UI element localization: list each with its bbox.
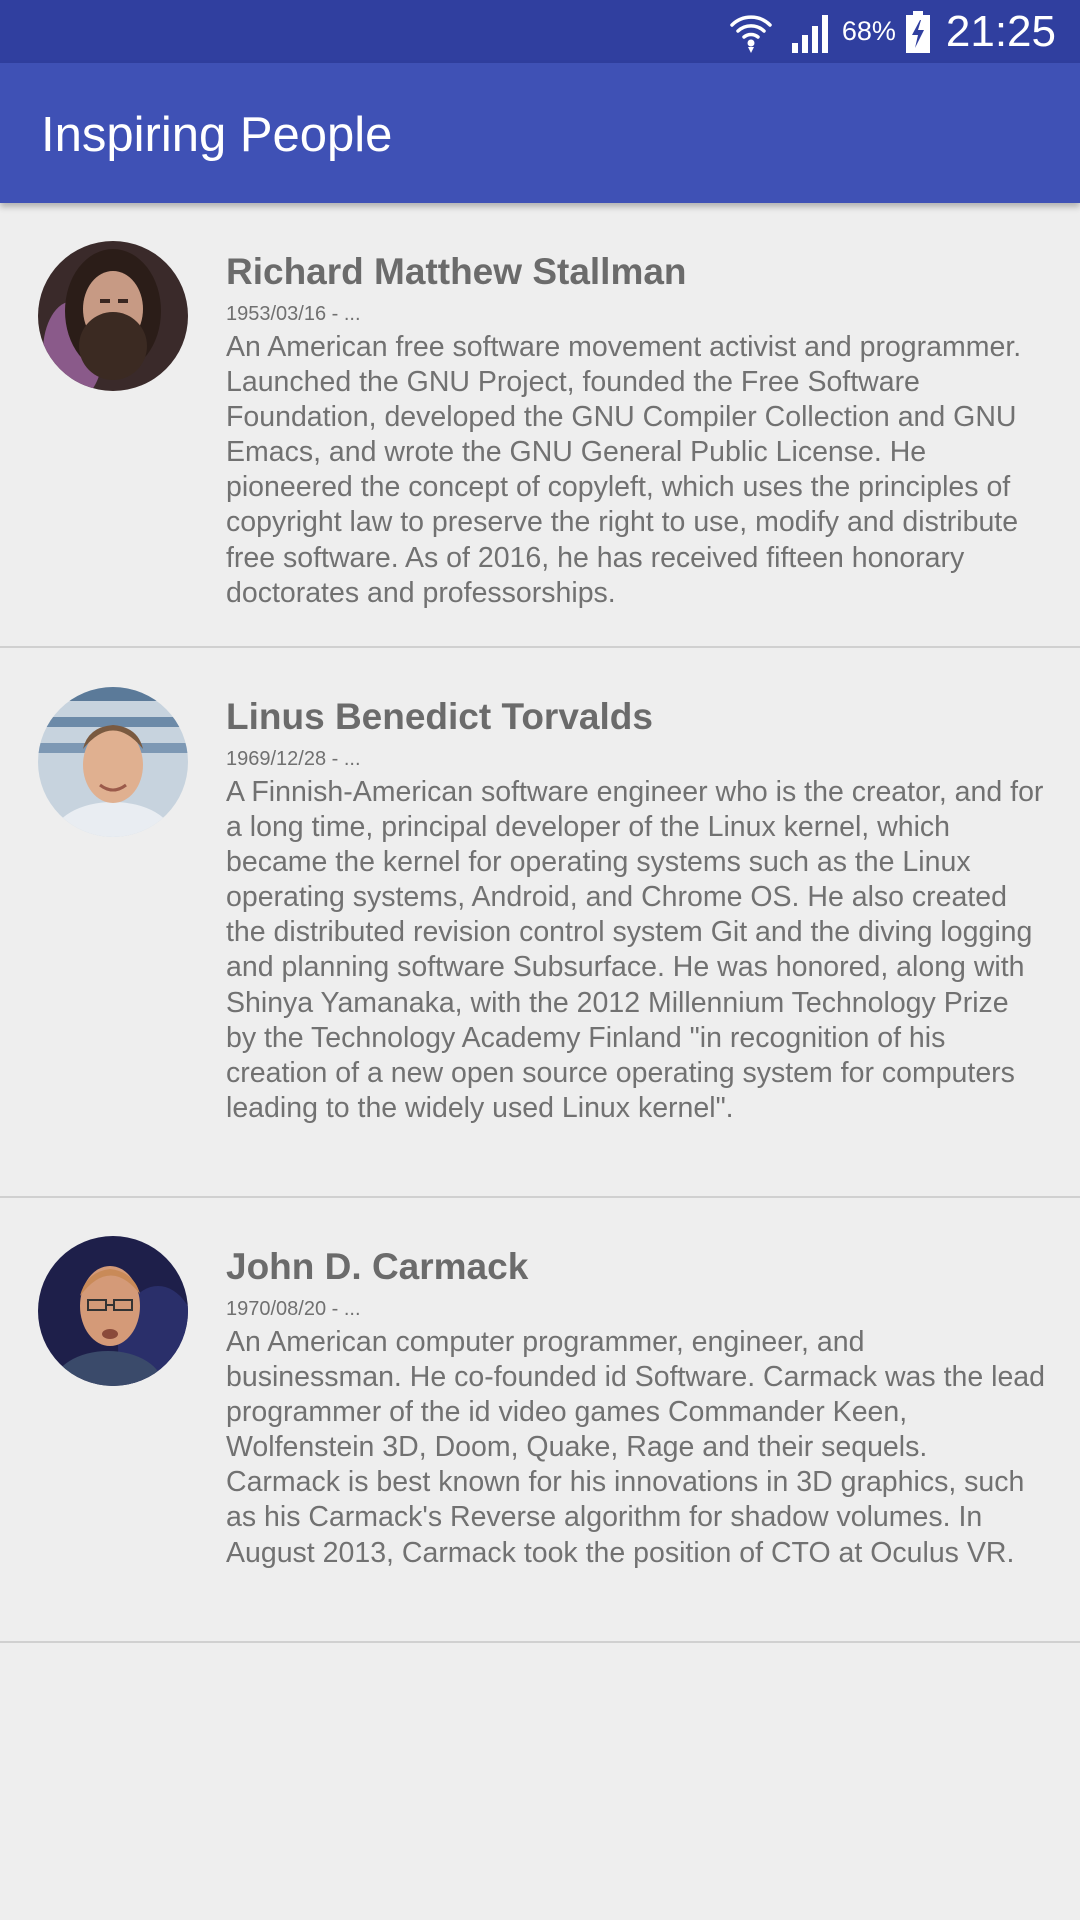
person-name: Richard Matthew Stallman bbox=[226, 251, 687, 292]
avatar-portrait-torvalds bbox=[38, 687, 188, 837]
status-icons: 68% 21:25 bbox=[728, 0, 1056, 63]
list-item-person[interactable]: Linus Benedict Torvalds 1969/12/28 - ...… bbox=[0, 648, 1080, 1198]
avatar-portrait-carmack bbox=[38, 1236, 188, 1386]
wifi-icon bbox=[730, 14, 772, 53]
person-bio: A Finnish-American software engineer who… bbox=[226, 776, 1044, 1124]
page-title: Inspiring People bbox=[41, 108, 393, 162]
list-item-person[interactable]: Richard Matthew Stallman 1953/03/16 - ..… bbox=[0, 203, 1080, 648]
status-bar: 68% 21:25 bbox=[0, 0, 1080, 63]
avatar bbox=[38, 241, 188, 391]
avatar bbox=[38, 687, 188, 837]
battery-charging-icon bbox=[905, 10, 930, 53]
person-bio: An American free software movement activ… bbox=[226, 331, 1022, 609]
person-bio: An American computer programmer, enginee… bbox=[226, 1326, 1045, 1569]
people-list[interactable]: Richard Matthew Stallman 1953/03/16 - ..… bbox=[0, 203, 1080, 1643]
person-name: Linus Benedict Torvalds bbox=[226, 696, 653, 737]
app-bar: Inspiring People bbox=[0, 63, 1080, 203]
avatar bbox=[38, 1236, 188, 1386]
signal-icon bbox=[791, 14, 828, 53]
person-dates: 1953/03/16 - ... bbox=[226, 303, 361, 325]
person-dates: 1969/12/28 - ... bbox=[226, 748, 361, 770]
list-item-person[interactable]: John D. Carmack 1970/08/20 - ... An Amer… bbox=[0, 1198, 1080, 1643]
person-name: John D. Carmack bbox=[226, 1246, 529, 1287]
person-dates: 1970/08/20 - ... bbox=[226, 1298, 361, 1320]
battery-percent: 68% bbox=[841, 16, 896, 46]
clock: 21:25 bbox=[945, 6, 1056, 56]
avatar-portrait-stallman bbox=[38, 241, 188, 391]
